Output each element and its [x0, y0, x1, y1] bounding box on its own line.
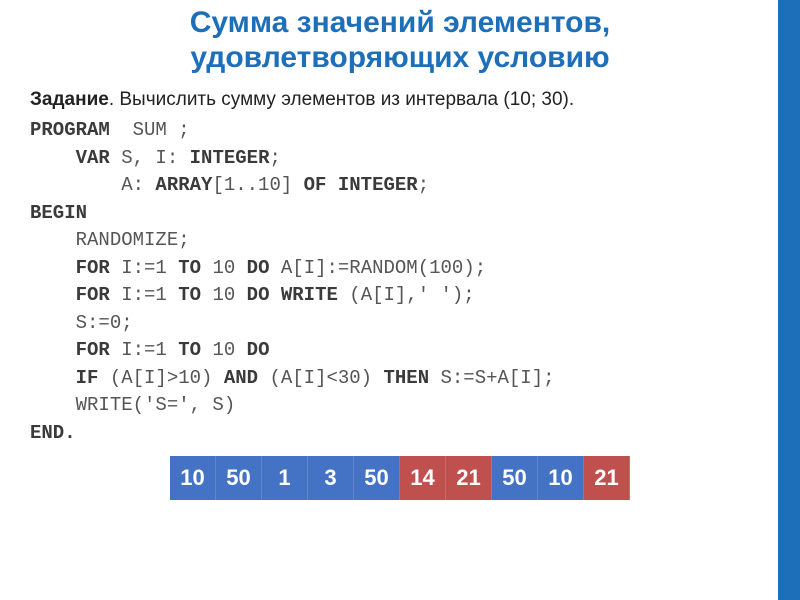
code-block: program sum ; var s, i: integer; a: arra…	[0, 115, 800, 448]
kw-integer: integer	[190, 147, 270, 169]
array-cell-5: 14	[400, 456, 446, 500]
code-seg: write('s=', s)	[30, 394, 235, 416]
kw-to: to	[178, 284, 201, 306]
array-cell-2: 1	[262, 456, 308, 500]
kw-if: if	[30, 367, 98, 389]
array-cell-4: 50	[354, 456, 400, 500]
code-seg: 10	[201, 284, 247, 306]
code-seg: ;	[418, 174, 429, 196]
array-cell-9: 21	[584, 456, 630, 500]
kw-to: to	[178, 257, 201, 279]
task-line: Задание. Вычислить сумму элементов из ин…	[0, 75, 800, 115]
kw-of-integer: of integer	[304, 174, 418, 196]
code-seg: i:=1	[110, 284, 178, 306]
kw-and: and	[224, 367, 258, 389]
kw-do-write: do write	[247, 284, 338, 306]
title-line-1: Сумма значений элементов,	[190, 6, 611, 39]
kw-for: for	[30, 339, 110, 361]
kw-do: do	[247, 339, 270, 361]
array-cell-6: 21	[446, 456, 492, 500]
code-seg: s:=s+a[i];	[429, 367, 554, 389]
array-cell-3: 3	[308, 456, 354, 500]
code-seg: 10	[201, 257, 247, 279]
kw-program: program	[30, 119, 110, 141]
kw-end: end.	[30, 422, 76, 444]
code-seg: 10	[201, 339, 247, 361]
code-seg: a[i]:=random(100);	[269, 257, 486, 279]
kw-array: array	[155, 174, 212, 196]
code-seg: randomize;	[30, 229, 190, 251]
kw-for: for	[30, 257, 110, 279]
kw-to: to	[178, 339, 201, 361]
code-seg: (a[i]>10)	[98, 367, 223, 389]
code-seg: (a[i],' ');	[338, 284, 475, 306]
slide-title: Сумма значений элементов, удовлетворяющи…	[0, 0, 800, 75]
accent-bar	[778, 0, 800, 600]
code-seg: sum ;	[110, 119, 190, 141]
array-cell-8: 10	[538, 456, 584, 500]
code-seg: (a[i]<30)	[258, 367, 383, 389]
array-cell-1: 50	[216, 456, 262, 500]
task-label: Задание	[30, 89, 109, 110]
array-cell-0: 10	[170, 456, 216, 500]
kw-then: then	[383, 367, 429, 389]
code-seg: i:=1	[110, 257, 178, 279]
kw-begin: begin	[30, 202, 87, 224]
task-text: . Вычислить сумму элементов из интервала…	[109, 89, 574, 110]
kw-var: var	[30, 147, 110, 169]
title-line-2: удовлетворяющих условию	[190, 41, 609, 74]
kw-for: for	[30, 284, 110, 306]
code-seg: s:=0;	[30, 312, 133, 334]
array-cell-7: 50	[492, 456, 538, 500]
code-seg: ;	[269, 147, 280, 169]
array-row: 105013501421501021	[0, 456, 800, 500]
code-seg: i:=1	[110, 339, 178, 361]
code-seg: s, i:	[110, 147, 190, 169]
kw-do: do	[247, 257, 270, 279]
code-seg: [1..10]	[212, 174, 303, 196]
code-seg: a:	[30, 174, 155, 196]
